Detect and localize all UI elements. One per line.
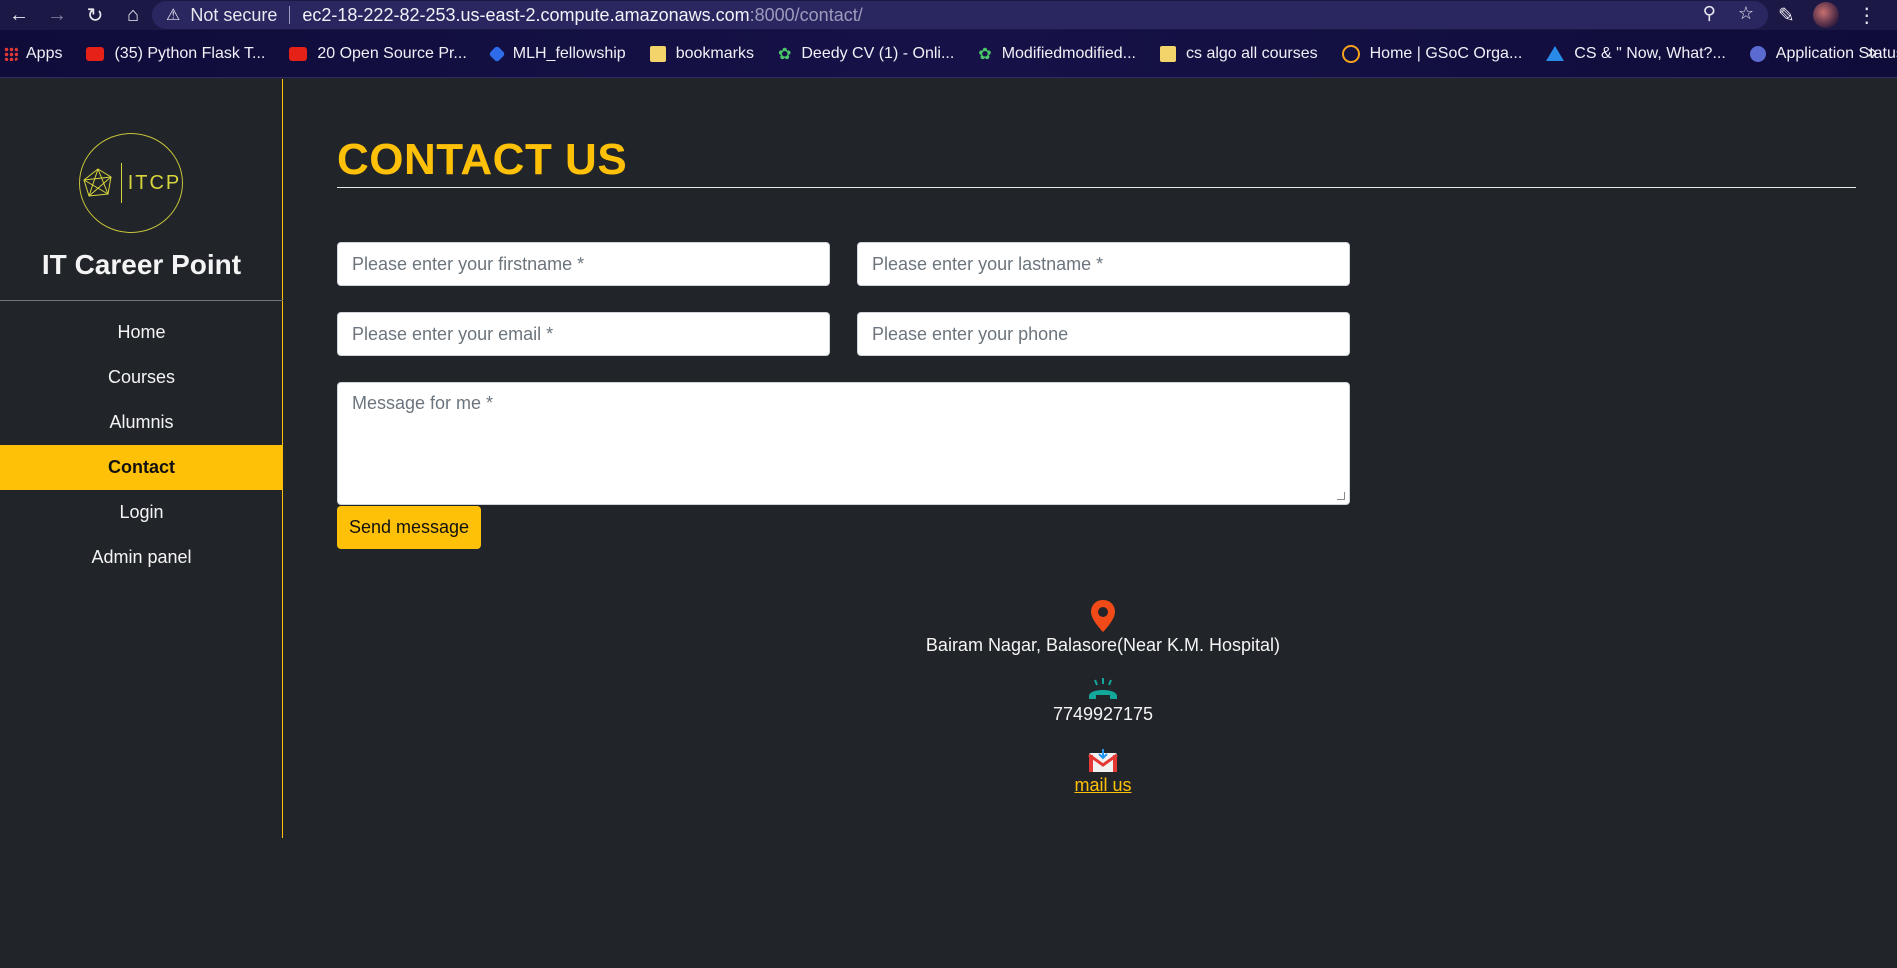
- folder-icon: [1160, 45, 1176, 62]
- bookmark-label: CS & " Now, What?...: [1574, 44, 1726, 62]
- bookmark-label: bookmarks: [675, 44, 754, 62]
- warning-icon: ⚠: [166, 7, 181, 24]
- bookmark-mlh[interactable]: MLH_fellowship: [488, 44, 626, 63]
- bookmarks-bar: Apps (35) Python Flask T... 20 Open Sour…: [0, 30, 1897, 78]
- bookmark-label: 20 Open Source Pr...: [317, 44, 467, 62]
- page: ITCP IT Career Point Home Courses Alumni…: [0, 79, 1897, 968]
- bookmark-label: (35) Python Flask T...: [114, 44, 266, 62]
- lastname-input[interactable]: Please enter your lastname *: [857, 242, 1350, 286]
- address-separator: [289, 6, 291, 24]
- network-icon: [83, 168, 112, 197]
- send-message-button[interactable]: Send message: [337, 506, 481, 549]
- message-textarea[interactable]: Message for me *: [337, 382, 1350, 505]
- bookmark-cs-algo[interactable]: cs algo all courses: [1160, 45, 1318, 63]
- profile-avatar[interactable]: [1812, 2, 1839, 28]
- back-icon[interactable]: ←: [0, 0, 38, 30]
- title-divider: [337, 187, 1856, 188]
- youtube-icon: [289, 46, 308, 61]
- mlh-icon: [488, 45, 506, 62]
- sidebar-item-alumnis[interactable]: Alumnis: [0, 400, 283, 445]
- overleaf-icon: ✿: [777, 45, 792, 63]
- bookmark-deedy-cv[interactable]: ✿ Deedy CV (1) - Onli...: [778, 44, 954, 64]
- reload-icon[interactable]: ↻: [76, 0, 114, 30]
- mail-icon: [1088, 749, 1118, 772]
- itcp-logo: ITCP: [79, 133, 183, 233]
- drive-icon: [1546, 46, 1565, 61]
- star-icon[interactable]: ☆: [1738, 3, 1754, 24]
- gsoc-icon: [1341, 44, 1360, 63]
- brand-divider: [0, 300, 283, 301]
- contact-info: Bairam Nagar, Balasore(Near K.M. Hospita…: [903, 599, 1303, 796]
- app-status-icon: [1749, 45, 1766, 62]
- bookmark-label: Deedy CV (1) - Onli...: [801, 44, 955, 62]
- email-input[interactable]: Please enter your email *: [337, 312, 830, 356]
- bookmark-label: Apps: [26, 44, 63, 62]
- sidebar-item-login[interactable]: Login: [0, 490, 283, 535]
- url-host: ec2-18-222-82-253.us-east-2.compute.amaz…: [302, 4, 750, 25]
- page-title: CONTACT US: [337, 135, 628, 184]
- bookmark-label: Modifiedmodified...: [1001, 44, 1136, 62]
- message-placeholder: Message for me *: [352, 393, 494, 413]
- address-bar[interactable]: ⚠ Not secure ec2-18-222-82-253.us-east-2…: [152, 1, 1768, 29]
- firstname-input[interactable]: Please enter your firstname *: [337, 242, 830, 286]
- address-text: Bairam Nagar, Balasore(Near K.M. Hospita…: [925, 635, 1281, 655]
- extensions-icon[interactable]: ✎: [1778, 3, 1795, 28]
- brand-name: IT Career Point: [41, 249, 242, 280]
- bookmark-label: Application Status: [1775, 44, 1897, 62]
- youtube-icon: [86, 46, 105, 61]
- bookmark-label: Home | GSoC Orga...: [1369, 44, 1523, 62]
- overleaf-icon: ✿: [978, 45, 992, 63]
- bookmark-label: cs algo all courses: [1186, 44, 1318, 62]
- phone-text: 7749927175: [1052, 704, 1154, 724]
- bookmark-python-flask[interactable]: (35) Python Flask T...: [86, 45, 265, 63]
- bookmark-apps[interactable]: Apps: [4, 45, 62, 63]
- bookmark-open-source[interactable]: 20 Open Source Pr...: [289, 44, 467, 63]
- location-pin-icon: [1091, 600, 1115, 632]
- browser-toolbar: ← → ↻ ⌂ ⚠ Not secure ec2-18-222-82-253.u…: [0, 0, 1897, 30]
- phone-icon: [1089, 678, 1117, 699]
- mail-us-link[interactable]: mail us: [1074, 775, 1131, 796]
- folder-icon: [649, 45, 666, 62]
- bookmark-cs-now-what[interactable]: CS & " Now, What?...: [1546, 45, 1726, 63]
- sidebar-item-contact[interactable]: Contact: [0, 445, 283, 490]
- sidebar-item-courses[interactable]: Courses: [0, 355, 283, 400]
- bookmarks-overflow-icon[interactable]: »: [1867, 42, 1877, 63]
- url-path: :8000/contact/: [749, 4, 863, 25]
- bookmark-label: MLH_fellowship: [512, 44, 626, 62]
- security-label: Not secure: [190, 4, 278, 25]
- phone-input[interactable]: Please enter your phone: [857, 312, 1350, 356]
- forward-icon[interactable]: →: [38, 0, 76, 30]
- sidebar: ITCP IT Career Point Home Courses Alumni…: [0, 79, 283, 838]
- bookmark-gsoc[interactable]: Home | GSoC Orga...: [1341, 44, 1523, 63]
- home-icon[interactable]: ⌂: [114, 0, 152, 30]
- zoom-icon[interactable]: ⚲: [1703, 3, 1716, 24]
- logo-text: ITCP: [127, 171, 182, 194]
- sidebar-item-home[interactable]: Home: [0, 310, 283, 355]
- resize-handle-icon[interactable]: [1337, 492, 1345, 500]
- menu-icon[interactable]: ⋮: [1857, 3, 1877, 28]
- bookmark-modified[interactable]: ✿ Modifiedmodified...: [978, 44, 1136, 64]
- sidebar-menu: Home Courses Alumnis Contact Login Admin…: [0, 310, 283, 580]
- sidebar-item-admin-panel[interactable]: Admin panel: [0, 535, 283, 580]
- logo-divider: [120, 163, 122, 203]
- bookmark-bookmarks[interactable]: bookmarks: [649, 44, 754, 63]
- apps-grid-icon: [4, 46, 18, 61]
